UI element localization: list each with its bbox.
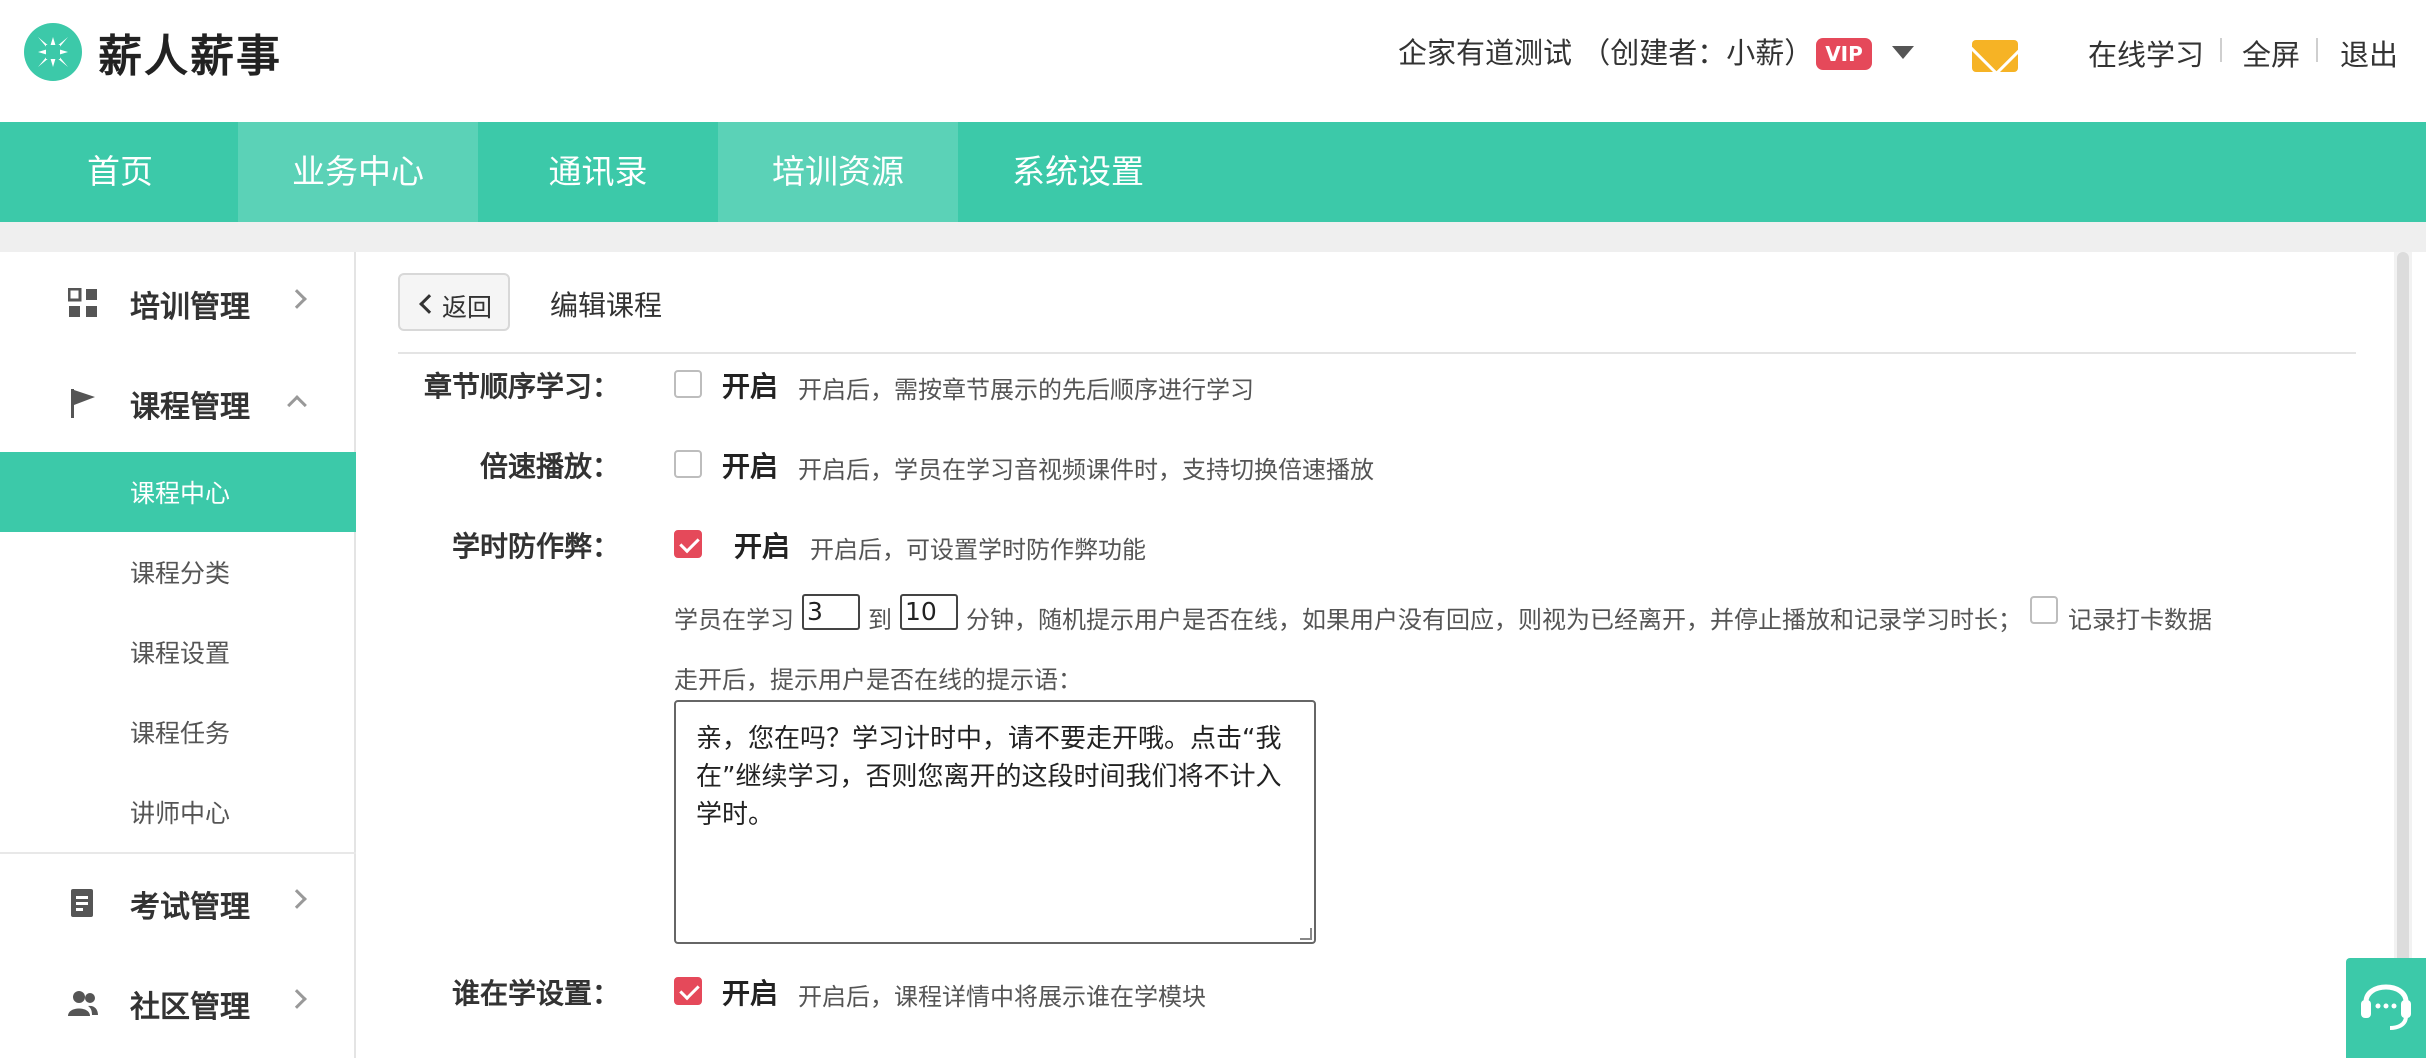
brand-logo[interactable]: 薪人薪事 xyxy=(22,20,282,84)
flag-icon xyxy=(71,389,95,418)
nav-training-resources[interactable]: 培训资源 xyxy=(718,122,958,222)
form-row-anticheat: 学时防作弊： xyxy=(358,525,620,565)
field-label: 倍速播放： xyxy=(479,450,620,483)
field-description: 开启后，课程详情中将展示谁在学模块 xyxy=(798,983,1206,1011)
chevron-right-icon xyxy=(287,289,307,309)
form-row-speed: 倍速播放： xyxy=(358,445,620,485)
chevron-right-icon xyxy=(287,889,307,909)
sidebar-item-community[interactable]: 社区管理 xyxy=(0,952,356,1052)
sidebar-subitem-label: 课程中心 xyxy=(130,479,231,508)
headset-icon xyxy=(2361,984,2411,1030)
fullscreen-link[interactable]: 全屏 xyxy=(2242,32,2300,74)
chapter-order-checkbox[interactable] xyxy=(674,370,702,398)
sidebar-item-label: 培训管理 xyxy=(130,290,250,325)
field-label: 章节顺序学习： xyxy=(423,370,620,403)
customer-support-button[interactable] xyxy=(2346,958,2426,1058)
sidebar-subitem-label: 课程任务 xyxy=(130,719,231,748)
nav-spacer xyxy=(0,222,2426,252)
main-nav: 首页 业务中心 通讯录 培训资源 系统设置 xyxy=(0,122,2426,222)
sidebar-subitem-label: 课程设置 xyxy=(130,639,231,668)
field-description: 开启后，学员在学习音视频课件时，支持切换倍速播放 xyxy=(798,456,1374,484)
users-icon xyxy=(68,991,98,1016)
sidebar-item-label: 课程管理 xyxy=(130,390,250,425)
company-selector[interactable]: 企家有道测试 （创建者：小薪） xyxy=(1398,30,1813,72)
sidebar: 培训管理 课程管理 课程中心 课程分类 课程设置 课程任务 讲师中心 考试管理 xyxy=(0,252,356,1058)
anticheat-checkbox[interactable] xyxy=(674,530,702,558)
min-minutes-input[interactable]: 3 xyxy=(802,594,860,630)
scrollbar-thumb[interactable] xyxy=(2397,252,2409,1058)
checkbox-label: 开启 xyxy=(734,530,791,563)
chevron-left-icon xyxy=(419,294,439,314)
resize-handle[interactable] xyxy=(1300,928,1312,940)
back-button-label: 返回 xyxy=(442,293,493,322)
checkbox-label: 开启 xyxy=(722,977,779,1010)
nav-home[interactable]: 首页 xyxy=(0,122,240,222)
interval-prefix: 学员在学习 xyxy=(674,606,794,634)
nav-contacts[interactable]: 通讯录 xyxy=(478,122,718,222)
chevron-right-icon xyxy=(287,989,307,1009)
sidebar-subitem-course-center[interactable]: 课程中心 xyxy=(0,452,356,532)
scrollbar[interactable] xyxy=(2394,252,2412,1058)
sidebar-subitem-lecturer-center[interactable]: 讲师中心 xyxy=(0,772,356,852)
logout-link[interactable]: 退出 xyxy=(2340,32,2398,74)
checkbox-label: 开启 xyxy=(722,370,779,403)
divider xyxy=(2220,38,2222,62)
field-description: 开启后，可设置学时防作弊功能 xyxy=(810,536,1146,564)
prompt-label: 走开后，提示用户是否在线的提示语： xyxy=(674,666,1082,694)
sidebar-item-training[interactable]: 培训管理 xyxy=(0,252,356,352)
chevron-down-icon[interactable] xyxy=(1892,46,1914,59)
interval-suffix: 分钟，随机提示用户是否在线，如果用户没有回应，则视为已经离开，并停止播放和记录学… xyxy=(966,606,2022,634)
sidebar-item-label: 社区管理 xyxy=(130,990,250,1025)
record-checkin-checkbox[interactable] xyxy=(2030,596,2058,624)
brand-name: 薪人薪事 xyxy=(98,31,282,82)
divider xyxy=(2316,38,2318,62)
prompt-textarea[interactable]: 亲，您在吗？学习计时中，请不要走开哦。点击“我在”继续学习，否则您离开的这段时间… xyxy=(674,700,1316,944)
nav-system-settings[interactable]: 系统设置 xyxy=(958,122,1198,222)
field-description: 开启后，需按章节展示的先后顺序进行学习 xyxy=(798,376,1254,404)
sidebar-subitem-course-tasks[interactable]: 课程任务 xyxy=(0,692,356,772)
vip-badge: VIP xyxy=(1816,38,1872,70)
form-row-chapter-order: 章节顺序学习： xyxy=(358,365,620,405)
chevron-up-icon xyxy=(287,395,307,415)
document-icon xyxy=(71,889,93,917)
field-label: 学时防作弊： xyxy=(451,530,620,563)
sidebar-item-label: 考试管理 xyxy=(130,890,250,925)
sidebar-subitem-course-settings[interactable]: 课程设置 xyxy=(0,612,356,692)
sidebar-subitem-label: 讲师中心 xyxy=(130,799,231,828)
who-learning-checkbox[interactable] xyxy=(674,977,702,1005)
interval-to: 到 xyxy=(868,606,892,634)
main-content: 返回 编辑课程 章节顺序学习： 开启 开启后，需按章节展示的先后顺序进行学习 倍… xyxy=(358,252,2426,1058)
grid-icon xyxy=(68,288,97,317)
max-minutes-input[interactable]: 10 xyxy=(900,594,958,630)
page-title: 编辑课程 xyxy=(550,289,663,322)
checkbox-label: 开启 xyxy=(722,450,779,483)
nav-business-center[interactable]: 业务中心 xyxy=(238,122,478,222)
sidebar-subitem-course-category[interactable]: 课程分类 xyxy=(0,532,356,612)
field-label: 谁在学设置： xyxy=(451,977,620,1010)
sidebar-item-course[interactable]: 课程管理 xyxy=(0,352,356,452)
form-row-who-learning: 谁在学设置： xyxy=(358,972,620,1012)
speed-playback-checkbox[interactable] xyxy=(674,450,702,478)
mail-icon[interactable] xyxy=(1972,40,2018,72)
divider xyxy=(398,352,2356,354)
sidebar-item-exam[interactable]: 考试管理 xyxy=(0,852,356,952)
online-learning-link[interactable]: 在线学习 xyxy=(2088,32,2204,74)
logo-icon xyxy=(24,23,82,81)
checkbox-label: 记录打卡数据 xyxy=(2068,606,2212,634)
top-header: 薪人薪事 企家有道测试 （创建者：小薪） VIP 在线学习 全屏 退出 xyxy=(0,0,2426,122)
back-button[interactable]: 返回 xyxy=(398,273,510,331)
sidebar-subitem-label: 课程分类 xyxy=(130,559,231,588)
